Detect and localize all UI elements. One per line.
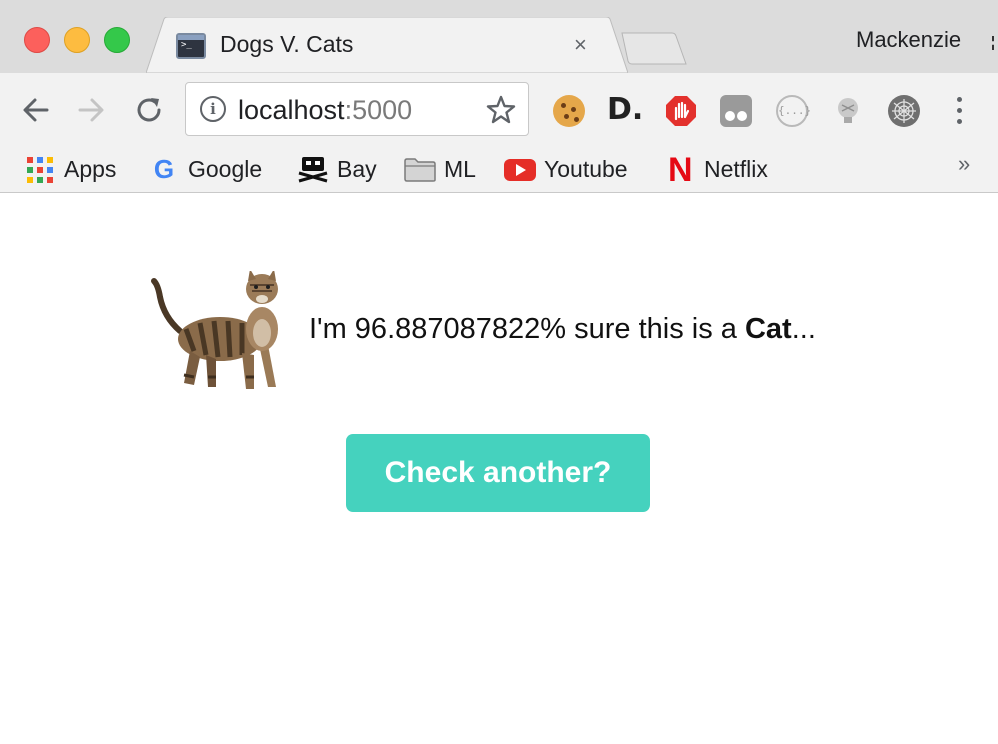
youtube-icon bbox=[504, 159, 536, 181]
cookie-icon[interactable] bbox=[553, 95, 585, 127]
json-braces-icon[interactable]: {...} bbox=[776, 95, 811, 127]
result-suffix: ... bbox=[791, 313, 816, 345]
check-another-button[interactable]: Check another? bbox=[346, 434, 650, 512]
google-icon: G bbox=[153, 154, 175, 184]
address-bar[interactable]: i localhost:5000 bbox=[185, 82, 529, 136]
tab-dogs-v-cats[interactable]: Dogs V. Cats × bbox=[146, 17, 628, 73]
tab-strip: Dogs V. Cats × Mackenzie bbox=[0, 0, 998, 73]
url-host: localhost bbox=[238, 95, 345, 125]
arrow-left-icon[interactable] bbox=[21, 95, 51, 125]
bookmark-label: Youtube bbox=[544, 156, 628, 182]
tab-shape bbox=[146, 17, 628, 73]
bookmark-netflix[interactable]: N Netflix bbox=[668, 151, 783, 189]
bookmark-youtube[interactable]: Youtube bbox=[504, 151, 644, 185]
netflix-icon: N bbox=[668, 151, 693, 189]
pirate-bay-icon bbox=[298, 157, 328, 183]
cat-image bbox=[151, 271, 278, 389]
bookmark-label: Google bbox=[188, 156, 263, 182]
bookmark-label: Bay bbox=[337, 156, 377, 182]
bookmark-apps[interactable]: Apps bbox=[27, 151, 127, 185]
new-tab-button[interactable] bbox=[620, 32, 688, 66]
reload-icon[interactable] bbox=[134, 95, 164, 125]
folder-icon bbox=[404, 158, 436, 182]
page-content: I'm 96.887087822% sure this is a Cat... … bbox=[0, 193, 998, 744]
info-icon[interactable]: i bbox=[200, 96, 226, 122]
bookmark-label: Apps bbox=[64, 156, 117, 182]
bookmark-bay[interactable]: Bay bbox=[297, 151, 382, 185]
bookmarks-bar: Apps G Google Bay ML Youtube N Netflix » bbox=[0, 145, 998, 193]
bookmark-label: ML bbox=[444, 156, 476, 182]
prediction-result: I'm 96.887087822% sure this is a Cat... bbox=[309, 313, 816, 346]
stop-hand-icon[interactable] bbox=[665, 95, 697, 127]
close-icon[interactable]: × bbox=[574, 31, 587, 59]
tab-title: Dogs V. Cats bbox=[220, 31, 354, 57]
bookmark-ml[interactable]: ML bbox=[404, 151, 484, 185]
glasses-shape bbox=[725, 111, 747, 121]
glasses-icon[interactable] bbox=[720, 95, 752, 127]
result-label: Cat bbox=[744, 313, 792, 345]
star-outline-icon[interactable] bbox=[486, 95, 516, 125]
toolbar: i localhost:5000 D. {...} bbox=[0, 73, 998, 145]
maximize-window-button[interactable] bbox=[104, 27, 130, 53]
window-edge bbox=[992, 36, 998, 50]
arrow-right-icon[interactable] bbox=[76, 95, 106, 125]
spider-web-shape bbox=[892, 99, 916, 123]
web-icon[interactable] bbox=[888, 95, 920, 127]
url-port: :5000 bbox=[344, 95, 413, 125]
terminal-icon bbox=[176, 33, 206, 59]
result-prefix: I'm 96.887087822% sure this is a bbox=[309, 313, 745, 345]
apps-grid-icon bbox=[27, 157, 54, 184]
bulb-icon[interactable] bbox=[832, 95, 864, 127]
minimize-window-button[interactable] bbox=[64, 27, 90, 53]
profile-button[interactable]: Mackenzie bbox=[856, 27, 961, 53]
bookmark-google[interactable]: G Google bbox=[150, 151, 275, 185]
d-logo-icon[interactable]: D. bbox=[607, 95, 643, 127]
more-vert-icon[interactable] bbox=[954, 97, 964, 127]
close-window-button[interactable] bbox=[24, 27, 50, 53]
bookmarks-overflow-icon[interactable]: » bbox=[958, 151, 970, 177]
url-text[interactable]: localhost:5000 bbox=[238, 95, 412, 126]
bookmark-label: Netflix bbox=[704, 156, 768, 182]
browser-window: Dogs V. Cats × Mackenzie i localhost:500… bbox=[0, 0, 998, 744]
